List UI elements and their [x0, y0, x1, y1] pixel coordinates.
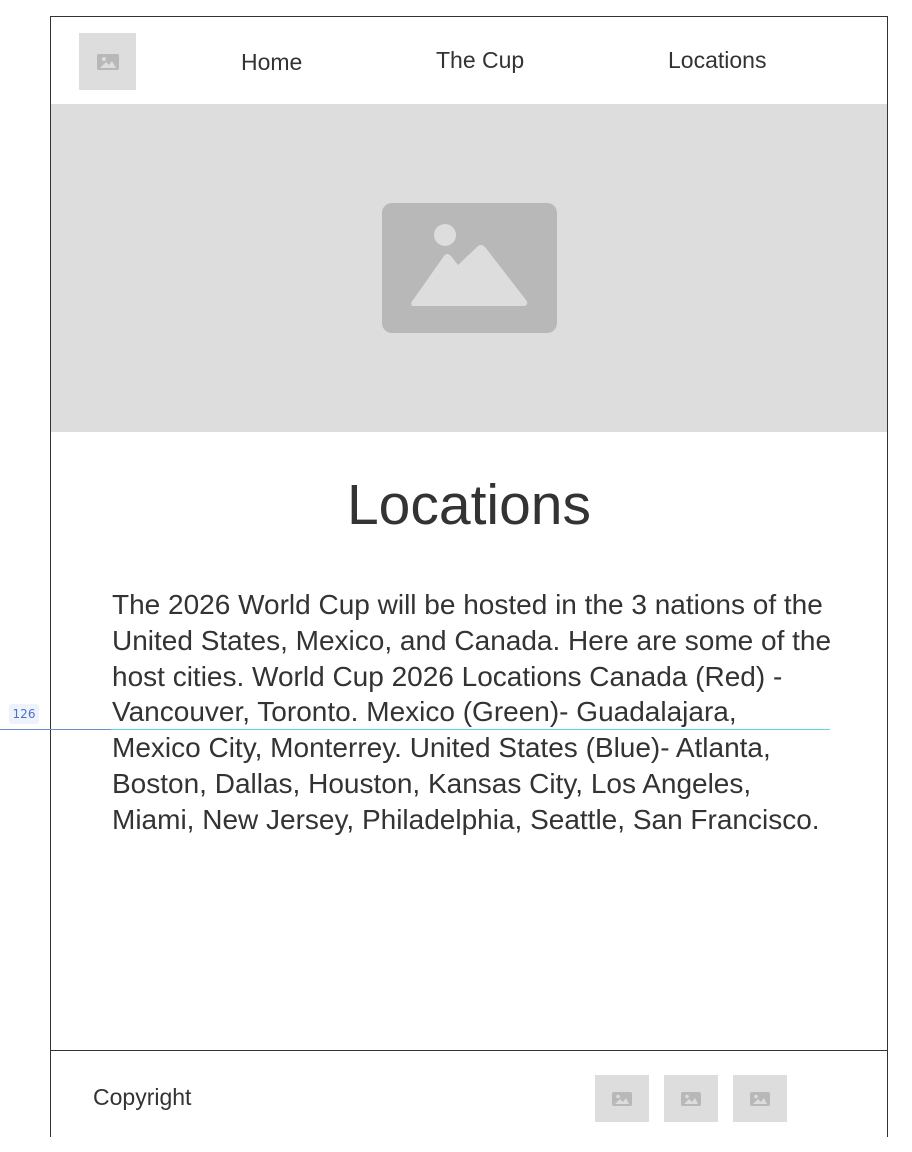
social-link-1[interactable] — [595, 1075, 649, 1122]
page-frame: Home The Cup Locations Locations The 202… — [50, 16, 888, 1137]
image-placeholder-icon — [96, 53, 119, 70]
image-placeholder-icon — [382, 203, 557, 333]
social-link-2[interactable] — [664, 1075, 718, 1122]
image-placeholder-icon — [612, 1091, 632, 1106]
alignment-guide-line — [111, 729, 830, 730]
image-placeholder-icon — [681, 1091, 701, 1106]
measurement-badge: 126 — [9, 704, 39, 724]
locations-description: The 2026 World Cup will be hosted in the… — [112, 589, 832, 835]
logo[interactable] — [79, 33, 136, 90]
site-footer: Copyright — [51, 1050, 887, 1137]
site-header: Home The Cup Locations — [51, 17, 887, 104]
social-link-3[interactable] — [733, 1075, 787, 1122]
nav-locations-link[interactable]: Locations — [668, 47, 766, 74]
nav-the-cup-link[interactable]: The Cup — [436, 47, 524, 74]
measurement-guide-line — [0, 729, 111, 730]
image-placeholder-icon — [750, 1091, 770, 1106]
hero-image — [51, 104, 887, 432]
page-title: Locations — [346, 473, 591, 537]
copyright-text: Copyright — [93, 1084, 192, 1110]
nav-home-link[interactable]: Home — [241, 49, 302, 76]
